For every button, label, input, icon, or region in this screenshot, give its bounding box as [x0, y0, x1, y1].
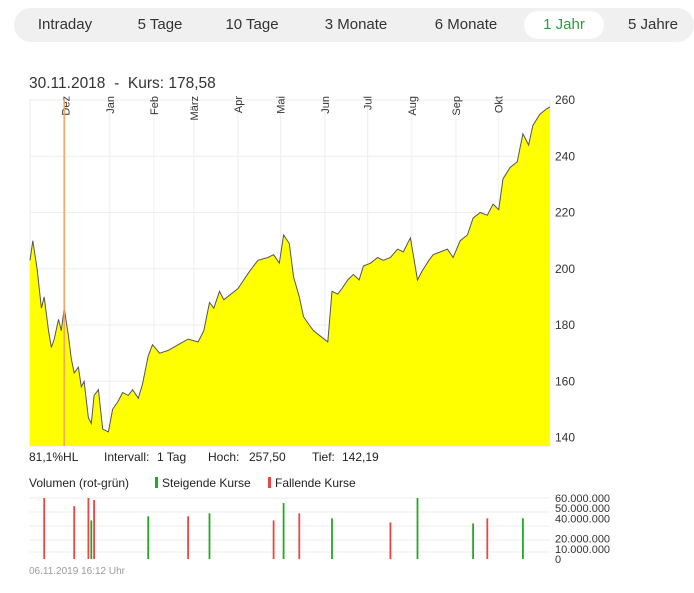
price-volume-chart: Dez Jan Feb März Apr Mai Jun Jul Aug Sep Okt 140 16… — [29, 93, 610, 566]
volume-bar — [73, 506, 76, 559]
x-tick-label: Jul — [363, 96, 375, 110]
volume-bar — [298, 513, 301, 560]
volume-bar — [208, 513, 211, 560]
volume-bar — [331, 518, 333, 559]
x-tick-label: März — [189, 96, 201, 120]
x-tick-label: Dez — [61, 96, 73, 116]
x-tick-label: Mai — [276, 96, 288, 114]
volume-y-tick-labels: 60.000.00050.000.00040.000.00020.000.000… — [555, 493, 610, 566]
stat-high-value: 257,50 — [249, 450, 286, 464]
y-tick-label: 200 — [555, 262, 575, 276]
x-tick-label: Jan — [105, 96, 117, 114]
x-tick-label: Okt — [494, 96, 506, 113]
y-tick-label: 240 — [555, 149, 575, 163]
volume-bar — [282, 503, 285, 559]
volume-bar — [472, 523, 474, 559]
footer-timestamp: 06.11.2019 16:12 Uhr — [29, 566, 126, 577]
volume-bar — [272, 520, 275, 559]
x-tick-label: Feb — [149, 96, 161, 115]
legend-up-label: Steigende Kurse — [162, 476, 251, 490]
stat-hl-pct: 81,1%HL — [29, 450, 79, 464]
volume-bar — [389, 522, 392, 559]
volume-bar — [147, 516, 150, 559]
volume-bar — [486, 518, 489, 559]
stat-interval-label: Intervall: — [104, 450, 150, 464]
volume-bars — [43, 498, 524, 560]
stat-interval-value: 1 Tag — [157, 450, 187, 464]
volume-y-tick-label: 10.000.000 — [555, 544, 610, 556]
volume-bar — [187, 516, 189, 559]
x-tick-labels: Dez Jan Feb März Apr Mai Jun Jul Aug Sep Okt — [61, 96, 506, 121]
price-area — [30, 107, 550, 446]
stat-low-label: Tief: — [312, 450, 335, 464]
x-tick-label: Jun — [320, 96, 332, 114]
volume-bar — [416, 498, 419, 559]
volume-bar — [522, 518, 524, 559]
y-tick-label: 180 — [555, 318, 575, 332]
legend-up-swatch — [155, 477, 158, 488]
volume-y-tick-label: 0 — [555, 554, 561, 566]
y-tick-labels: 140 160 180 200 220 240 260 — [555, 93, 575, 445]
legend-down: Fallende Kurse — [268, 476, 356, 490]
y-tick-label: 160 — [555, 374, 575, 388]
volume-bar — [43, 498, 46, 559]
volume-title: Volumen (rot-grün) — [29, 476, 130, 490]
legend-up: Steigende Kurse — [155, 476, 251, 490]
stat-high-label: Hoch: — [208, 450, 240, 464]
y-tick-label: 220 — [555, 206, 575, 220]
x-tick-label: Apr — [233, 96, 245, 113]
y-tick-label: 140 — [555, 431, 575, 445]
x-tick-label: Sep — [451, 96, 463, 116]
legend-down-swatch — [268, 477, 271, 488]
volume-grid — [30, 497, 550, 553]
volume-y-tick-label: 40.000.000 — [555, 513, 610, 525]
volume-bar — [93, 500, 95, 559]
volume-bar — [87, 498, 90, 559]
x-tick-label: Aug — [407, 96, 419, 116]
y-tick-label: 260 — [555, 93, 575, 107]
volume-bar — [90, 520, 93, 559]
legend-down-label: Fallende Kurse — [275, 476, 356, 490]
stat-low-value: 142,19 — [342, 450, 379, 464]
